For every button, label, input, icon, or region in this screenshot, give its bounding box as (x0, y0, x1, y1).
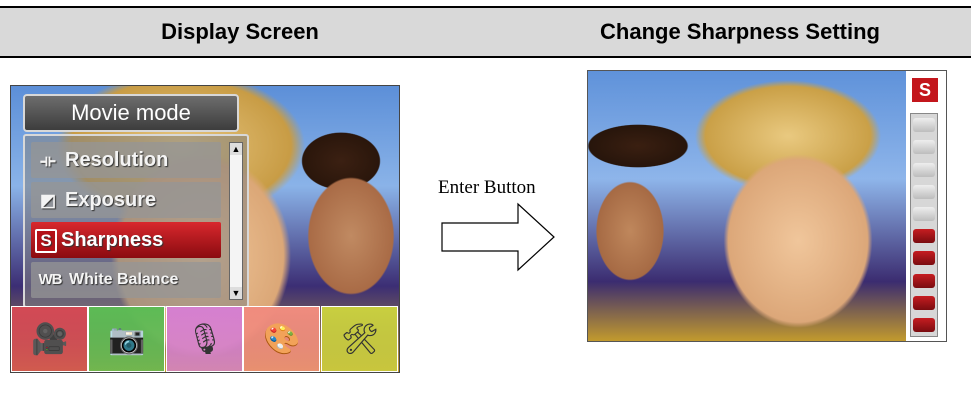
resolution-icon: ⟛ (40, 150, 56, 170)
right-arrow-icon (441, 202, 555, 272)
scroll-up-icon[interactable]: ▲ (230, 143, 242, 155)
microphone-icon: 🎙 (185, 323, 225, 356)
tab-setup[interactable]: 🛠 (321, 306, 398, 372)
table-header-row: Display Screen Change Sharpness Setting (0, 6, 971, 58)
camera-icon: 📷 (108, 323, 146, 356)
menu-scrollbar[interactable]: ▲ ▼ (229, 142, 243, 300)
mode-tab-bar: 🎥 📷 🎙 🎨 🛠 (11, 306, 399, 372)
enter-button-label: Enter Button (438, 177, 536, 198)
scroll-down-icon[interactable]: ▼ (230, 287, 242, 299)
sharpness-level-segment (913, 140, 935, 155)
sharpness-level-segment (913, 317, 935, 332)
sharpness-level-segment (913, 295, 935, 310)
tab-movie[interactable]: 🎥 (11, 306, 88, 372)
menu-item-white-balance[interactable]: WB White Balance (31, 262, 221, 298)
exposure-icon: ◩ (39, 190, 57, 210)
menu-item-exposure[interactable]: ◩ Exposure (31, 182, 221, 218)
sharpness-level-slider[interactable] (910, 113, 938, 337)
tools-icon: 🛠 (340, 323, 380, 356)
sharpness-screen: S (587, 70, 947, 342)
movie-camera-icon: 🎥 (31, 323, 69, 356)
sharpness-level-segment (913, 118, 935, 133)
sharpness-badge: S (910, 76, 940, 104)
menu-title: Movie mode (23, 94, 239, 132)
tab-effects[interactable]: 🎨 (243, 306, 320, 372)
background-photo (588, 71, 906, 341)
menu-item-label: Sharpness (61, 229, 164, 251)
sharpness-level-segment (913, 251, 935, 266)
display-screen: Movie mode ⟛ Resolution ◩ Exposure S Sharpn… (10, 85, 400, 373)
menu-item-sharpness[interactable]: S Sharpness (31, 222, 221, 258)
white-balance-icon: WB (38, 270, 63, 288)
display-screen-header: Display Screen (161, 19, 319, 44)
menu-item-label: White Balance (69, 271, 179, 288)
menu-item-label: Exposure (65, 189, 157, 211)
sharpness-icon: S (35, 228, 57, 253)
menu-panel: ⟛ Resolution ◩ Exposure S Sharpness WB White… (23, 134, 249, 308)
sharpness-level-segment (913, 184, 935, 199)
change-sharpness-header: Change Sharpness Setting (600, 19, 880, 44)
palette-icon: 🎨 (263, 323, 301, 356)
sharpness-level-segment (913, 162, 935, 177)
menu-item-resolution[interactable]: ⟛ Resolution (31, 142, 221, 178)
sharpness-level-segment (913, 206, 935, 221)
tab-voice[interactable]: 🎙 (166, 306, 243, 372)
menu-item-label: Resolution (65, 149, 169, 171)
sharpness-level-segment (913, 273, 935, 288)
tab-camera[interactable]: 📷 (88, 306, 165, 372)
sharpness-level-segment (913, 229, 935, 244)
